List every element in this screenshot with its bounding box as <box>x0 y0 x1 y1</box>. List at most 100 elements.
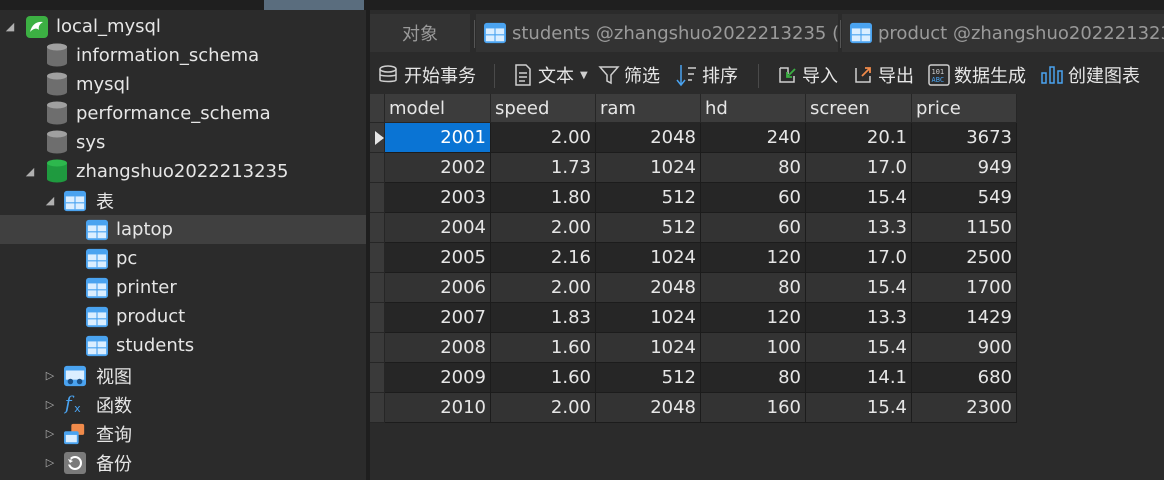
table-row[interactable]: 2003 1.80 512 60 15.4 549 <box>385 183 1017 213</box>
tree-connection-local-mysql[interactable]: ◢ local_mysql <box>0 12 366 41</box>
cell-ram[interactable]: 1024 <box>596 303 701 333</box>
cell-price[interactable]: 900 <box>912 333 1017 363</box>
table-row[interactable]: 2006 2.00 2048 80 15.4 1700 <box>385 273 1017 303</box>
expand-down-icon[interactable]: ◢ <box>4 20 16 33</box>
column-header-ram[interactable]: ram <box>596 94 701 123</box>
table-row[interactable]: 2008 1.60 1024 100 15.4 900 <box>385 333 1017 363</box>
cell-model[interactable]: 2008 <box>385 333 491 363</box>
cell-hd[interactable]: 240 <box>701 123 806 153</box>
cell-screen[interactable]: 15.4 <box>806 273 912 303</box>
cell-screen[interactable]: 13.3 <box>806 213 912 243</box>
cell-screen[interactable]: 13.3 <box>806 303 912 333</box>
expand-right-icon[interactable]: ▷ <box>44 427 56 440</box>
cell-screen[interactable]: 17.0 <box>806 153 912 183</box>
cell-price[interactable]: 549 <box>912 183 1017 213</box>
table-row[interactable]: 2010 2.00 2048 160 15.4 2300 <box>385 393 1017 423</box>
column-header-speed[interactable]: speed <box>491 94 596 123</box>
tree-db-sys[interactable]: sys <box>0 128 366 157</box>
cell-price[interactable]: 2500 <box>912 243 1017 273</box>
cell-ram[interactable]: 1024 <box>596 333 701 363</box>
tree-folder-queries[interactable]: ▷ 查询 <box>0 419 366 448</box>
row-indicator[interactable] <box>370 273 385 303</box>
cell-hd[interactable]: 80 <box>701 273 806 303</box>
cell-screen[interactable]: 15.4 <box>806 183 912 213</box>
cell-speed[interactable]: 2.00 <box>491 213 596 243</box>
column-header-price[interactable]: price <box>912 94 1017 123</box>
row-indicator[interactable] <box>370 333 385 363</box>
cell-screen[interactable]: 15.4 <box>806 393 912 423</box>
cell-hd[interactable]: 60 <box>701 183 806 213</box>
begin-transaction-button[interactable]: 开始事务 <box>378 60 476 90</box>
cell-speed[interactable]: 2.16 <box>491 243 596 273</box>
cell-price[interactable]: 1700 <box>912 273 1017 303</box>
sort-button[interactable]: 排序 <box>676 60 738 90</box>
cell-speed[interactable]: 1.80 <box>491 183 596 213</box>
cell-ram[interactable]: 2048 <box>596 273 701 303</box>
expand-down-icon[interactable]: ◢ <box>24 165 36 178</box>
cell-speed[interactable]: 2.00 <box>491 123 596 153</box>
row-indicator[interactable] <box>370 213 385 243</box>
tree-folder-backups[interactable]: ▷ 备份 <box>0 448 366 477</box>
tree-table-students[interactable]: students <box>0 331 366 360</box>
cell-model[interactable]: 2001 <box>385 123 491 153</box>
cell-price[interactable]: 3673 <box>912 123 1017 153</box>
tree-folder-tables[interactable]: ◢ 表 <box>0 186 366 215</box>
tree-table-pc[interactable]: pc <box>0 244 366 273</box>
row-indicator[interactable] <box>370 123 385 153</box>
table-row[interactable]: 2009 1.60 512 80 14.1 680 <box>385 363 1017 393</box>
cell-price[interactable]: 2300 <box>912 393 1017 423</box>
cell-price[interactable]: 1150 <box>912 213 1017 243</box>
expand-down-icon[interactable]: ◢ <box>44 194 56 207</box>
cell-screen[interactable]: 14.1 <box>806 363 912 393</box>
cell-model[interactable]: 2006 <box>385 273 491 303</box>
cell-hd[interactable]: 80 <box>701 153 806 183</box>
expand-right-icon[interactable]: ▷ <box>44 369 56 382</box>
export-button[interactable]: 导出 <box>852 60 914 90</box>
cell-screen[interactable]: 17.0 <box>806 243 912 273</box>
cell-speed[interactable]: 1.83 <box>491 303 596 333</box>
cell-hd[interactable]: 80 <box>701 363 806 393</box>
text-view-dropdown[interactable]: 文本 ▼ <box>512 60 588 90</box>
cell-model[interactable]: 2004 <box>385 213 491 243</box>
cell-price[interactable]: 680 <box>912 363 1017 393</box>
tree-table-laptop[interactable]: laptop <box>0 215 366 244</box>
cell-ram[interactable]: 512 <box>596 183 701 213</box>
cell-hd[interactable]: 160 <box>701 393 806 423</box>
cell-ram[interactable]: 512 <box>596 213 701 243</box>
cell-screen[interactable]: 20.1 <box>806 123 912 153</box>
expand-right-icon[interactable]: ▷ <box>44 456 56 469</box>
row-indicator[interactable] <box>370 183 385 213</box>
column-header-model[interactable]: model <box>385 94 491 123</box>
cell-screen[interactable]: 15.4 <box>806 333 912 363</box>
tree-db-mysql[interactable]: mysql <box>0 70 366 99</box>
create-chart-button[interactable]: 创建图表 <box>1040 60 1140 90</box>
expand-right-icon[interactable]: ▷ <box>44 398 56 411</box>
data-generation-button[interactable]: 101 ABC 数据生成 <box>928 60 1026 90</box>
tree-table-printer[interactable]: printer <box>0 273 366 302</box>
cell-ram[interactable]: 1024 <box>596 243 701 273</box>
cell-model[interactable]: 2003 <box>385 183 491 213</box>
cell-model[interactable]: 2005 <box>385 243 491 273</box>
row-indicator[interactable] <box>370 363 385 393</box>
cell-ram[interactable]: 512 <box>596 363 701 393</box>
cell-speed[interactable]: 1.60 <box>491 363 596 393</box>
cell-price[interactable]: 949 <box>912 153 1017 183</box>
cell-ram[interactable]: 2048 <box>596 393 701 423</box>
cell-model[interactable]: 2002 <box>385 153 491 183</box>
row-indicator[interactable] <box>370 153 385 183</box>
filter-button[interactable]: 筛选 <box>598 60 660 90</box>
tree-db-performance-schema[interactable]: performance_schema <box>0 99 366 128</box>
table-row[interactable]: 2004 2.00 512 60 13.3 1150 <box>385 213 1017 243</box>
import-button[interactable]: 导入 <box>776 60 838 90</box>
cell-hd[interactable]: 100 <box>701 333 806 363</box>
cell-ram[interactable]: 1024 <box>596 153 701 183</box>
table-row[interactable]: 2001 2.00 2048 240 20.1 3673 <box>385 123 1017 153</box>
column-header-screen[interactable]: screen <box>806 94 912 123</box>
tree-folder-views[interactable]: ▷ 视图 <box>0 361 366 390</box>
tab-students[interactable]: students @zhangshuo2022213235 (... <box>476 14 838 52</box>
cell-speed[interactable]: 1.60 <box>491 333 596 363</box>
row-indicator[interactable] <box>370 393 385 423</box>
cell-ram[interactable]: 2048 <box>596 123 701 153</box>
tab-objects[interactable]: 对象 <box>370 14 470 52</box>
row-indicator[interactable] <box>370 243 385 273</box>
